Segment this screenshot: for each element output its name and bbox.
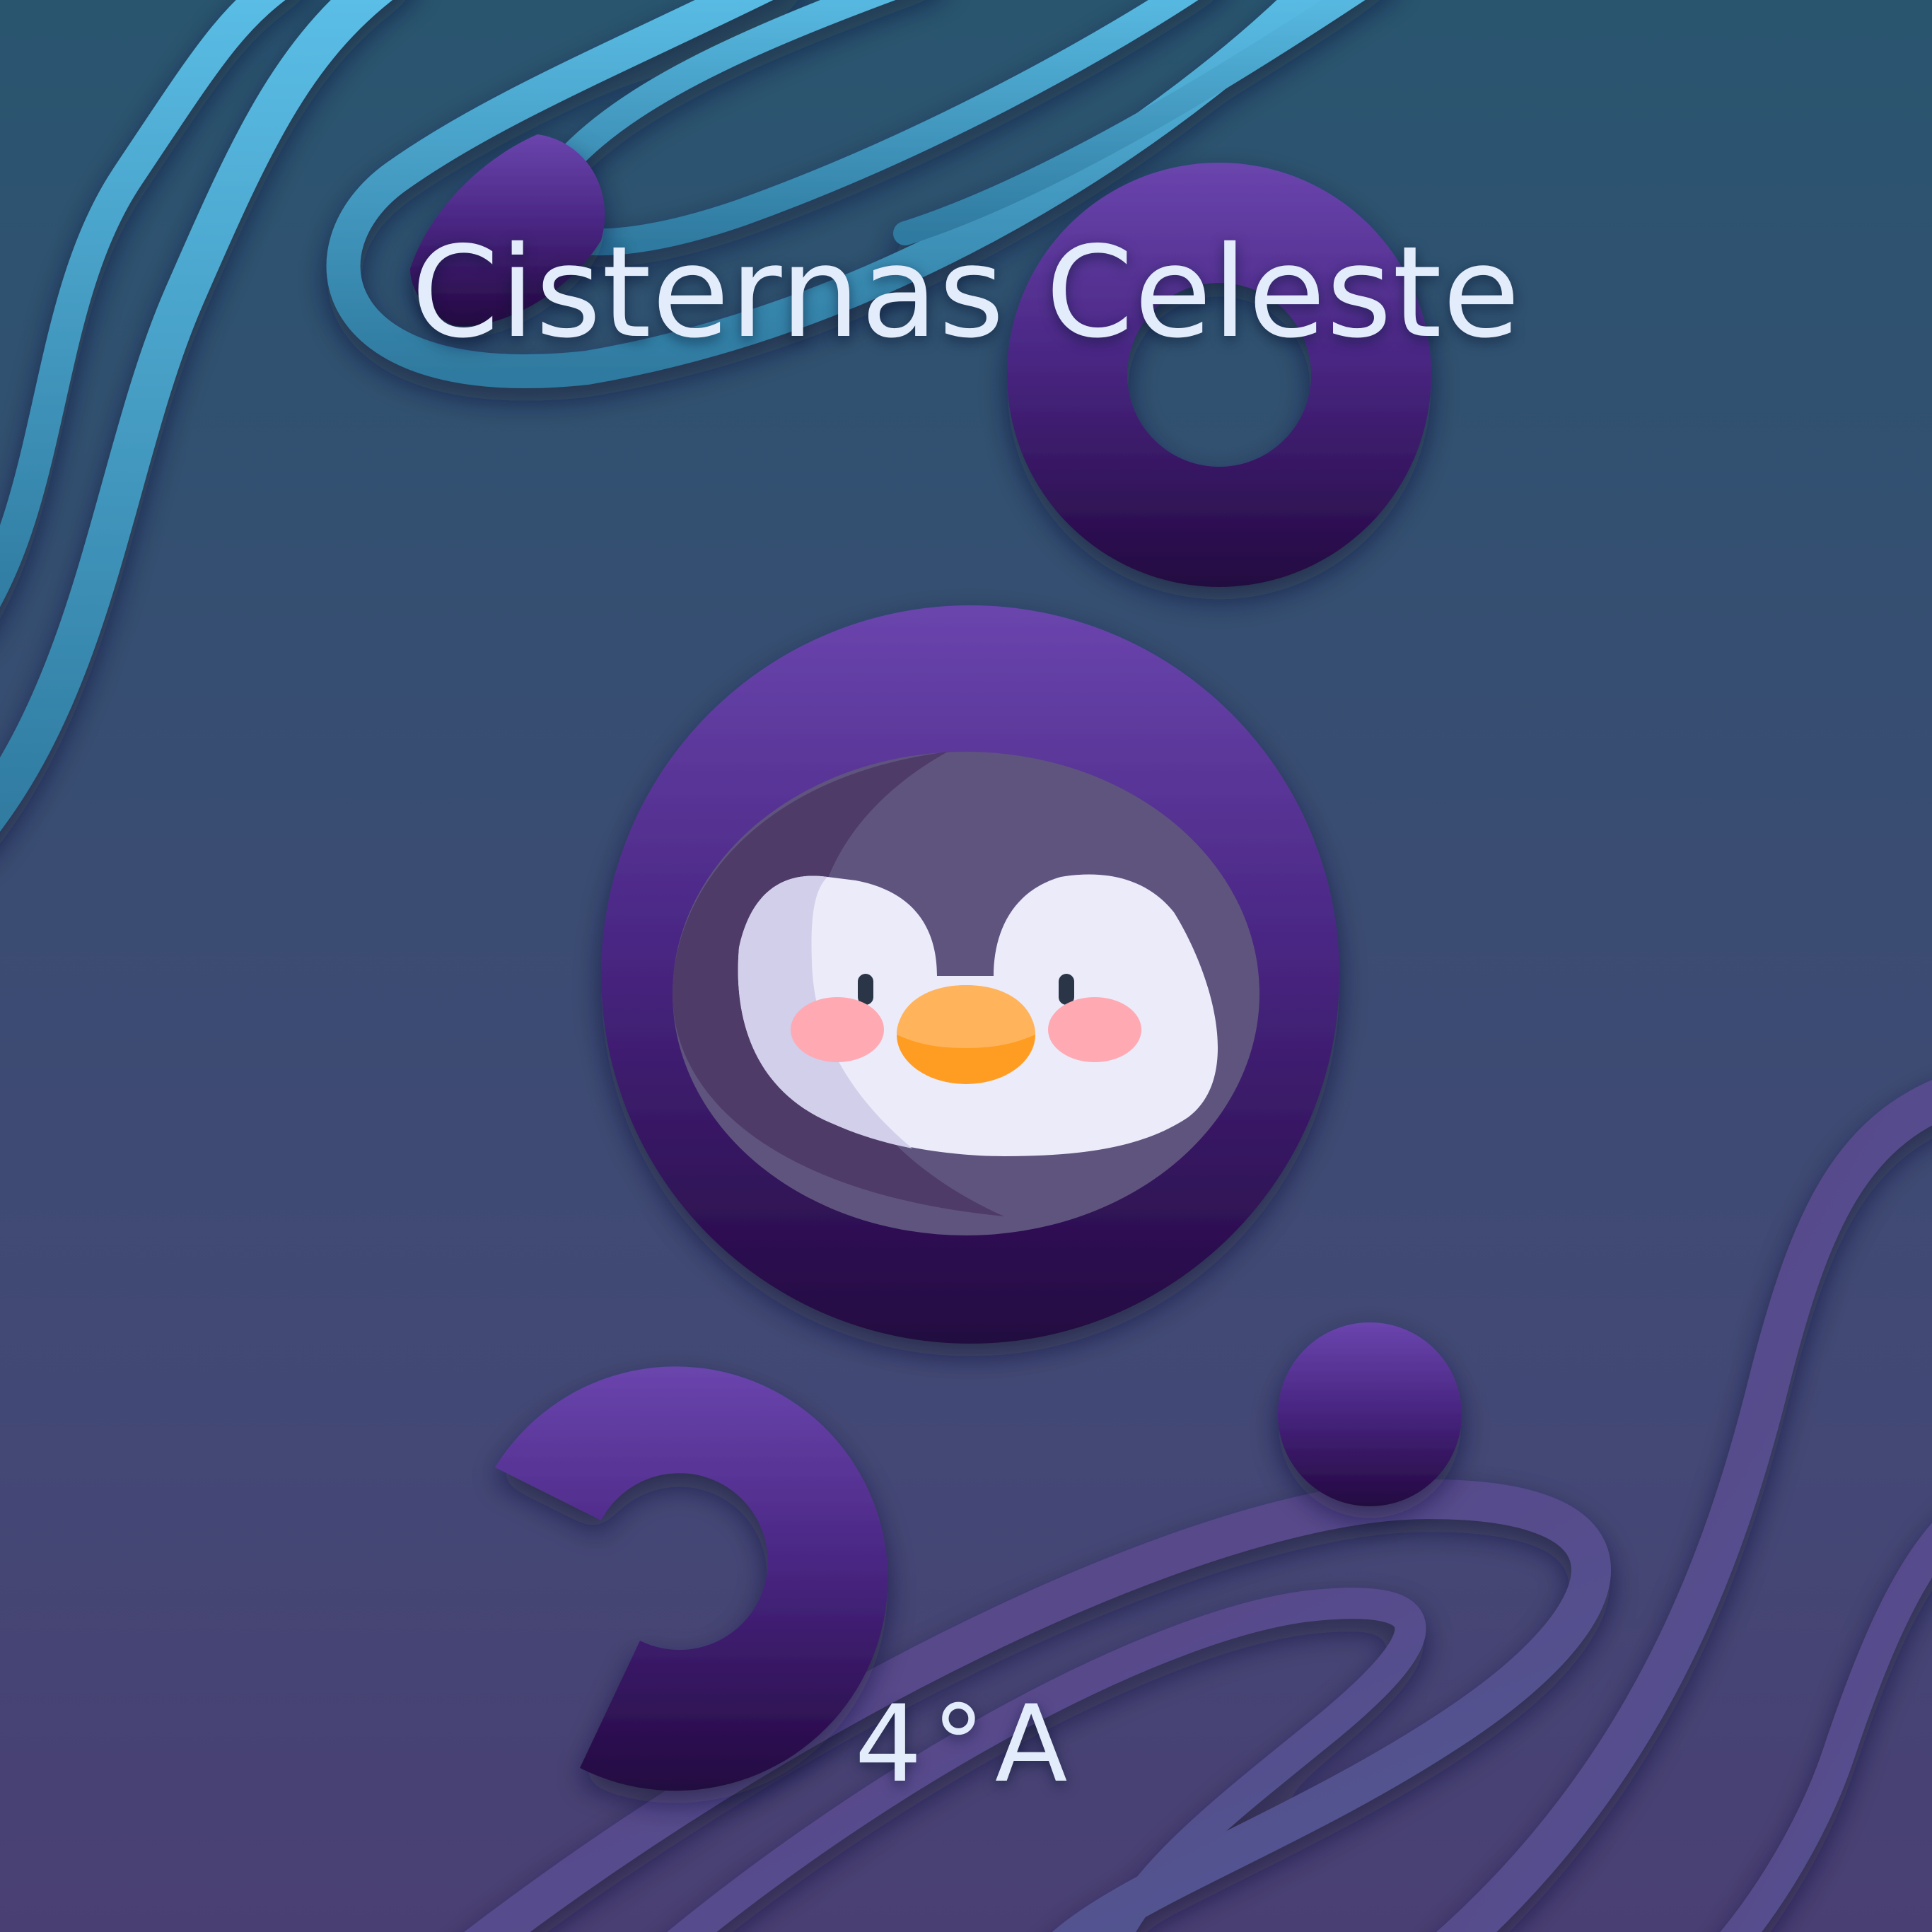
class-label: 4°A [854,1683,1078,1806]
bottom-right-dot [1278,1322,1462,1506]
page-title: Cisternas Celeste [411,219,1521,366]
penguin-icon [673,752,1259,1235]
